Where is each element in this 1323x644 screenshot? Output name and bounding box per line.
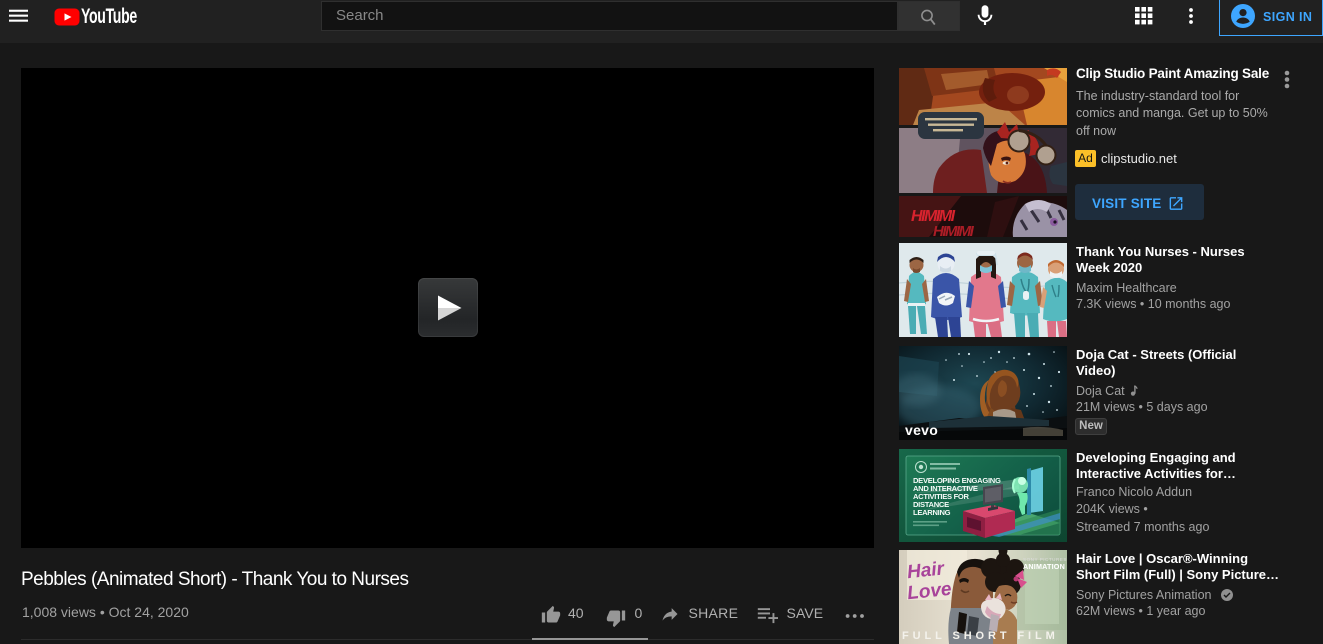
svg-text:vevo: vevo bbox=[905, 422, 938, 438]
svg-text:FULL SHORT FILM: FULL SHORT FILM bbox=[902, 630, 1059, 642]
svg-text:LEARNING: LEARNING bbox=[913, 508, 951, 517]
svg-text:HIMIMI: HIMIMI bbox=[933, 223, 975, 237]
svg-text:ANIMATION: ANIMATION bbox=[1023, 562, 1065, 571]
